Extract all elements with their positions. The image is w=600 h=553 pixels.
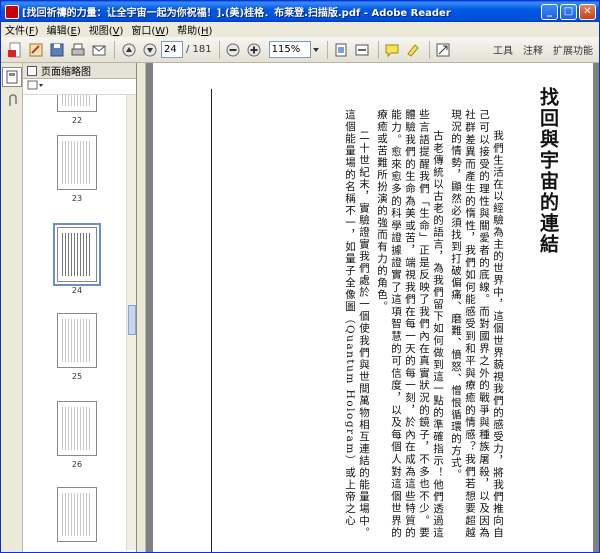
chevron-down-icon[interactable] (311, 40, 321, 59)
tools-link[interactable]: 工具 (493, 42, 513, 57)
page-thumbnail[interactable] (57, 313, 97, 368)
page-thumbnails-tab[interactable] (2, 67, 22, 87)
thumbnail-label: 23 (71, 194, 83, 203)
toolbar: 24 / 181 115% 工具 注释 扩展功能 (1, 37, 599, 63)
print-icon[interactable] (68, 40, 87, 59)
comment-link[interactable]: 注释 (523, 42, 543, 57)
zoom-in-icon[interactable] (245, 40, 264, 59)
menu-bar: 文件(F) 编辑(E) 视图(V) 窗口(W) 帮助(H) (1, 22, 599, 37)
chapter-body: 我們生活在以經驗為主的世界中，這個世界藐視我們的感受力，將我們推向自己可以接受的… (243, 109, 505, 539)
thumbnail-scrollbar[interactable] (126, 95, 136, 550)
previous-page-icon[interactable] (119, 40, 138, 59)
adobe-reader-icon (5, 4, 19, 19)
page-total: / 181 (186, 44, 212, 55)
toolbar-separator (428, 40, 430, 59)
extended-features-link[interactable]: 扩展功能 (553, 42, 593, 57)
highlight-icon[interactable] (404, 40, 423, 59)
comment-icon[interactable] (383, 40, 402, 59)
page-thumbnail[interactable] (57, 487, 97, 542)
page-number-input[interactable]: 24 (161, 41, 183, 58)
attachments-tab[interactable] (2, 91, 22, 111)
fullscreen-icon[interactable] (434, 40, 453, 59)
thumbnail-label: 26 (71, 460, 83, 469)
close-button[interactable]: ✕ (579, 3, 596, 20)
thumbnail-panel-icon (27, 65, 37, 76)
fit-page-icon[interactable] (332, 40, 351, 59)
menu-window[interactable]: 窗口(W) (131, 22, 177, 37)
navigation-tabs (1, 63, 23, 552)
window-title: [找回祈禱的力量：让全宇宙一起为你祝福！].(美)桂格．布莱登.扫描版.pdf … (22, 8, 451, 19)
menu-edit[interactable]: 编辑(E) (47, 22, 89, 37)
options-icon[interactable] (27, 80, 45, 93)
title-bar[interactable]: [找回祈禱的力量：让全宇宙一起为你祝福！].(美)桂格．布莱登.扫描版.pdf … (1, 1, 599, 22)
document-view[interactable]: 找回與宇宙的連結 我們生活在以經驗為主的世界中，這個世界藐視我們的感受力，將我們… (146, 63, 599, 552)
maximize-button[interactable]: □ (560, 3, 577, 20)
scrollbar-thumb[interactable] (128, 305, 136, 335)
body-paragraph: 二十世紀末，實驗證實我們處於一個使我們與世間萬物相互連結的能量場中。這個能量場的… (344, 109, 370, 539)
panel-options (23, 79, 136, 95)
chapter-title: 找回與宇宙的連結 (537, 87, 559, 255)
save-icon[interactable] (47, 40, 66, 59)
toolbar-separator (218, 40, 220, 59)
panel-title: 页面缩略图 (41, 67, 91, 78)
page-thumbnail-selected[interactable] (53, 223, 101, 286)
page-thumbnails-panel: 页面缩略图 22 23 24 25 26 (23, 63, 137, 552)
body-paragraph: 我們生活在以經驗為主的世界中，這個世界藐視我們的感受力，將我們推向自己可以接受的… (450, 109, 504, 539)
zoom-out-icon[interactable] (224, 40, 243, 59)
toolbar-separator (326, 40, 328, 59)
menu-help[interactable]: 帮助(H) (177, 22, 220, 37)
page-thumbnail[interactable] (57, 135, 97, 190)
page-thumbnail[interactable] (57, 401, 97, 456)
adobe-reader-window: [找回祈禱的力量：让全宇宙一起为你祝福！].(美)桂格．布莱登.扫描版.pdf … (0, 0, 600, 553)
fit-width-icon[interactable] (353, 40, 372, 59)
body-paragraph: 古老傳統以古老的語言，為我們留下如何做到這一點的準確指示！他們透過這些言語提醒我… (376, 109, 444, 539)
panel-splitter[interactable] (137, 63, 146, 552)
zoom-level-select[interactable]: 115% (268, 41, 311, 58)
thumbnail-label: 25 (71, 372, 83, 381)
menu-view[interactable]: 视图(V) (89, 22, 132, 37)
pdf-page: 找回與宇宙的連結 我們生活在以經驗為主的世界中，這個世界藐視我們的感受力，將我們… (153, 63, 593, 552)
thumbnail-list: 22 23 24 25 26 (23, 95, 127, 550)
edit-pdf-icon[interactable] (26, 40, 45, 59)
panel-header: 页面缩略图 (23, 63, 136, 79)
toolbar-separator (377, 40, 379, 59)
page-divider-line (211, 89, 212, 552)
next-page-icon[interactable] (140, 40, 159, 59)
thumbnail-label: 22 (71, 116, 83, 125)
toolbar-separator (114, 40, 115, 59)
thumbnail-label: 24 (71, 286, 83, 295)
page-thumbnail[interactable] (57, 95, 97, 112)
email-icon[interactable] (89, 40, 108, 59)
minimize-button[interactable]: _ (541, 3, 558, 20)
menu-file[interactable]: 文件(F) (5, 22, 47, 37)
create-pdf-icon[interactable] (5, 40, 24, 59)
